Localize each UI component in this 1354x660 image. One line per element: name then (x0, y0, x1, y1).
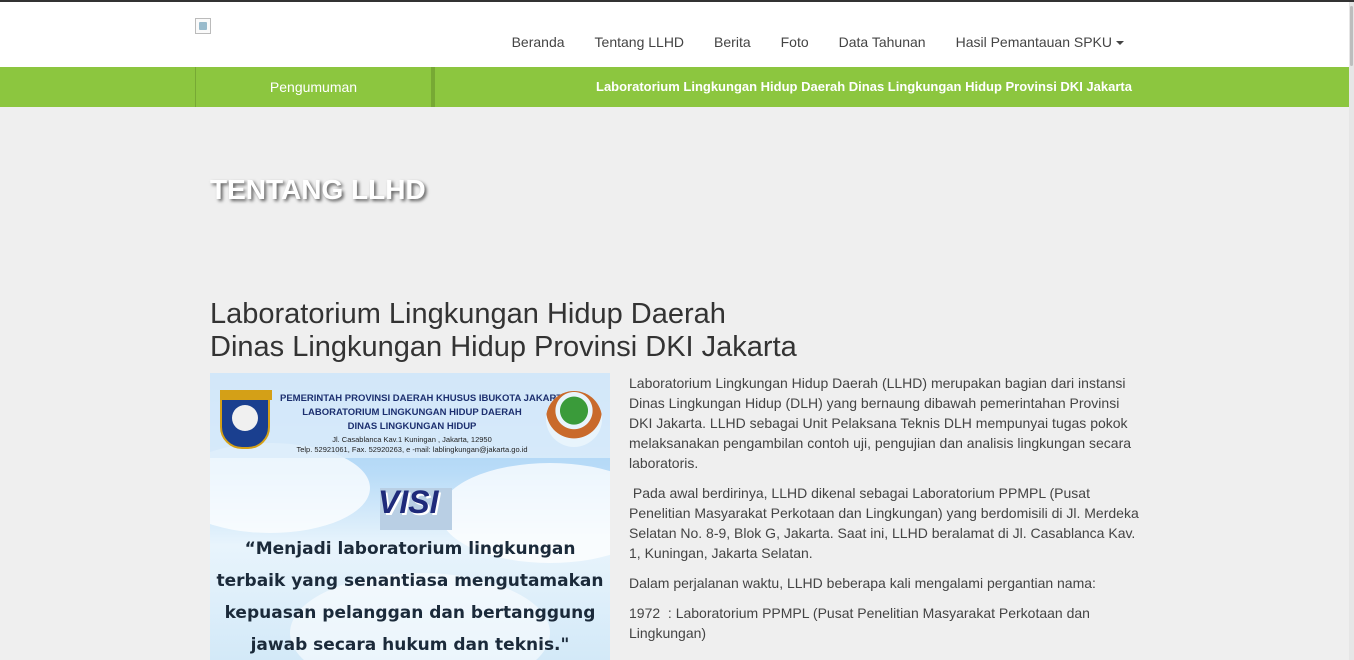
letterhead-line: LABORATORIUM LINGKUNGAN HIDUP DAERAH (302, 407, 522, 418)
paragraph: Laboratorium Lingkungan Hidup Daerah (LL… (629, 375, 1132, 471)
visi-quote-line: jawab secara hukum dan teknis." (250, 635, 570, 655)
nav-data-tahunan[interactable]: Data Tahunan (824, 34, 941, 50)
paragraph: Pada awal berdirinya, LLHD dikenal sebag… (629, 485, 1139, 561)
visi-quote-line: terbaik yang senantiasa mengutamakan (216, 571, 604, 591)
visi-title-box: VISI (378, 484, 452, 530)
main-nav: Beranda Tentang LLHD Berita Foto Data Ta… (497, 34, 1139, 50)
caret-down-icon (1116, 41, 1124, 46)
letterhead-contact: Telp. 52921061, Fax. 52920263, e -mail: … (296, 445, 528, 454)
nav-hasil-pemantauan-label: Hasil Pemantauan SPKU (955, 34, 1112, 50)
nav-tentang-llhd[interactable]: Tentang LLHD (580, 34, 700, 50)
tree-logo-icon (546, 391, 602, 447)
visi-quote: “Menjadi laboratorium lingkungan terbaik… (210, 533, 610, 660)
visi-quote-line: “Menjadi laboratorium lingkungan (244, 539, 576, 559)
letterhead-line: PEMERINTAH PROVINSI DAERAH KHUSUS IBUKOT… (280, 393, 569, 404)
section-heading: Laboratorium Lingkungan Hidup Daerah Din… (210, 298, 797, 364)
page-title: TENTANG LLHD (210, 174, 426, 205)
navbar: Beranda Tentang LLHD Berita Foto Data Ta… (0, 2, 1349, 67)
paragraph: Dalam perjalanan waktu, LLHD beberapa ka… (629, 575, 1096, 591)
nav-berita[interactable]: Berita (699, 34, 766, 50)
visi-image: PEMERINTAH PROVINSI DAERAH KHUSUS IBUKOT… (210, 373, 610, 660)
visi-letterhead: PEMERINTAH PROVINSI DAERAH KHUSUS IBUKOT… (210, 373, 610, 458)
announcement-marquee-text[interactable]: Laboratorium Lingkungan Hidup Daerah Din… (596, 67, 1132, 107)
nav-beranda[interactable]: Beranda (497, 34, 580, 50)
about-content: Laboratorium Lingkungan Hidup Daerah (LL… (629, 373, 1144, 653)
visi-quote-line: kepuasan pelanggan dan bertanggung (224, 603, 596, 623)
letterhead-address: Jl. Casablanca Kav.1 Kuningan , Jakarta,… (332, 435, 492, 444)
letterhead-line: DINAS LINGKUNGAN HIDUP (347, 421, 477, 432)
announcement-label: Pengumuman (195, 67, 435, 107)
scrollbar-track[interactable] (1349, 2, 1354, 660)
logo-broken-image-icon[interactable] (195, 18, 211, 34)
heading-line-2: Dinas Lingkungan Hidup Provinsi DKI Jaka… (210, 331, 797, 363)
visi-title: VISI (378, 484, 439, 520)
announcement-bar: Pengumuman Laboratorium Lingkungan Hidup… (0, 67, 1349, 107)
scrollbar-thumb[interactable] (1350, 6, 1353, 66)
heading-line-1: Laboratorium Lingkungan Hidup Daerah (210, 298, 726, 330)
emblem-ribbon (220, 390, 272, 400)
nav-hasil-pemantauan-spku-dropdown[interactable]: Hasil Pemantauan SPKU (941, 34, 1139, 50)
paragraph: 1972 : Laboratorium PPMPL (Pusat Penelit… (629, 605, 1090, 641)
nav-foto[interactable]: Foto (766, 34, 824, 50)
